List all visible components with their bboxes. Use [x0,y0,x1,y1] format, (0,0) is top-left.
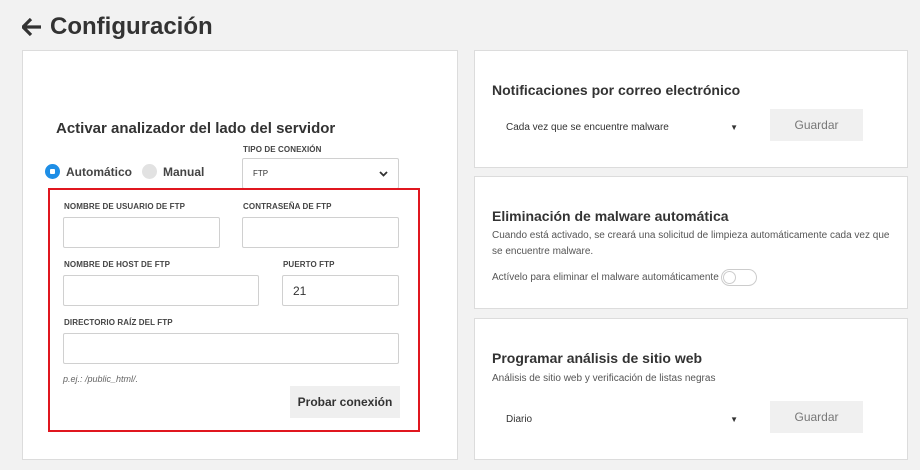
ftp-root-label: DIRECTORIO RAÍZ DEL FTP [64,318,173,327]
connection-type-select[interactable]: FTP [242,158,399,189]
server-scanner-title: Activar analizador del lado del servidor [56,120,336,137]
ftp-host-input[interactable] [63,275,259,306]
auto-removal-description: Cuando está activado, se creará una soli… [492,230,890,257]
connection-type-label: TIPO DE CONEXIÓN [243,145,322,154]
caret-down-icon: ▼ [730,414,738,424]
scan-mode-radio-group: Automático Manual [45,164,204,179]
ftp-root-hint: p.ej.: /public_html/. [63,374,139,384]
ftp-password-label: CONTRASEÑA DE FTP [243,202,332,211]
email-save-button[interactable]: Guardar [770,109,863,141]
ftp-root-input[interactable] [63,333,399,364]
manual-radio[interactable] [142,164,157,179]
ftp-port-label: PUERTO FTP [283,260,335,269]
email-notifications-card: Notificaciones por correo electrónico Ca… [474,50,908,168]
toggle-knob [722,271,736,284]
email-frequency-value: Cada vez que se encuentre malware [506,121,669,133]
test-connection-button[interactable]: Probar conexión [290,386,400,418]
arrow-left-icon[interactable] [22,17,42,37]
page-header: Configuración [22,13,213,41]
schedule-scan-title: Programar análisis de sitio web [492,350,703,366]
automatic-radio[interactable] [45,164,60,179]
schedule-scan-description: Análisis de sitio web y verificación de … [492,373,716,384]
manual-radio-label[interactable]: Manual [163,165,204,179]
connection-type-value: FTP [253,169,269,178]
automatic-radio-label[interactable]: Automático [66,165,132,179]
scan-frequency-value: Diario [506,413,533,425]
auto-removal-card: Eliminación de malware automática Cuando… [474,176,908,309]
email-frequency-select[interactable]: Cada vez que se encuentre malware ▼ [492,111,752,143]
scan-frequency-select[interactable]: Diario ▼ [492,403,752,435]
ftp-password-input[interactable] [242,217,399,248]
auto-removal-toggle-label: Actívelo para eliminar el malware automá… [492,272,719,283]
page-title: Configuración [50,13,213,40]
ftp-username-input[interactable] [63,217,220,248]
ftp-username-label: NOMBRE DE USUARIO DE FTP [64,202,186,211]
auto-removal-title: Eliminación de malware automática [492,208,729,224]
auto-removal-toggle[interactable] [720,269,757,286]
ftp-host-label: NOMBRE DE HOST DE FTP [64,260,171,269]
auto-removal-toggle-row: Actívelo para eliminar el malware automá… [492,269,757,286]
ftp-port-input[interactable]: 21 [282,275,399,306]
email-notifications-title: Notificaciones por correo electrónico [492,82,741,98]
caret-down-icon: ▼ [730,122,738,132]
chevron-down-icon [379,169,388,178]
schedule-scan-card: Programar análisis de sitio web Análisis… [474,318,908,460]
schedule-save-button[interactable]: Guardar [770,401,863,433]
